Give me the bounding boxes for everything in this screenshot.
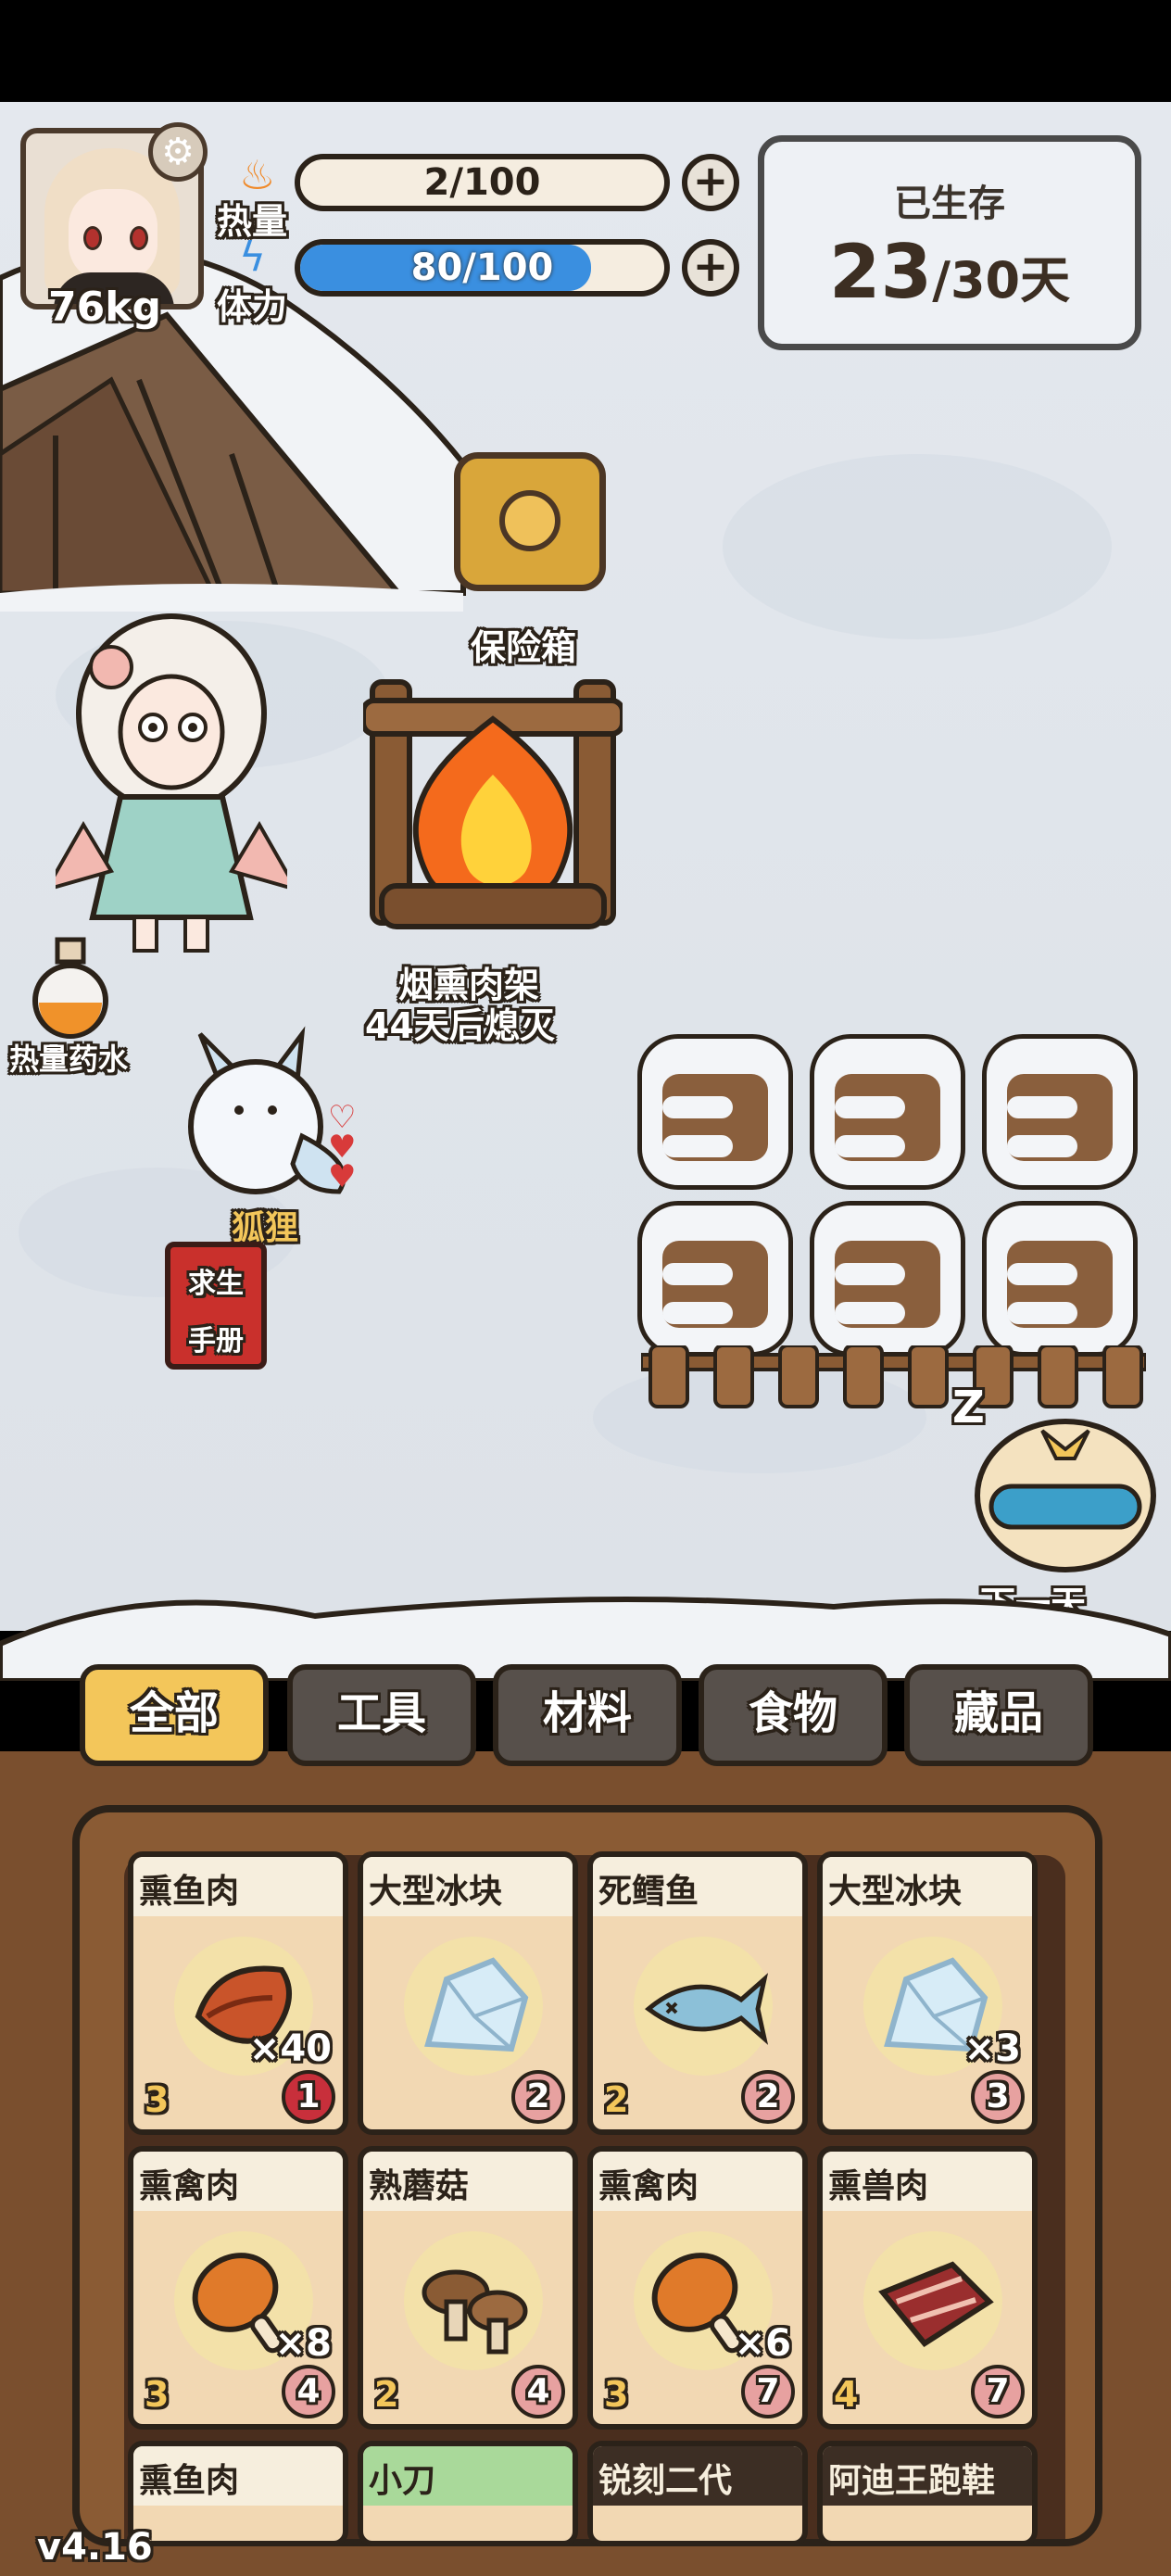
snow-patch [723, 454, 1112, 639]
item-card[interactable]: 大型冰块 2 [358, 1851, 578, 2135]
item-level: 2 [374, 2374, 399, 2415]
tab-1[interactable]: 工具 [287, 1664, 476, 1766]
item-name: 熏兽肉 [823, 2152, 1032, 2211]
farm-plot[interactable] [982, 1201, 1138, 1357]
safe-dial [499, 490, 560, 551]
avatar-eye [130, 226, 148, 250]
item-cost-badge: 1 [282, 2070, 335, 2124]
farm-plot[interactable] [810, 1201, 965, 1357]
sleep-z-icon: Z [952, 1382, 985, 1433]
tab-0[interactable]: 全部 [80, 1664, 269, 1766]
item-quantity: ×8 [274, 2322, 332, 2365]
item-name: 大型冰块 [363, 1857, 573, 1916]
item-quantity: ×3 [963, 2027, 1021, 2070]
safe-box-icon[interactable] [454, 452, 606, 591]
tab-4[interactable]: 藏品 [904, 1664, 1093, 1766]
manual-line2: 手册 [188, 1325, 244, 1357]
item-cost-badge: 7 [741, 2365, 795, 2418]
item-card[interactable]: 熏禽肉 ×8 3 4 [128, 2146, 348, 2430]
farm-plot[interactable] [637, 1034, 793, 1190]
tab-2[interactable]: 材料 [493, 1664, 682, 1766]
fence [641, 1345, 1146, 1408]
add-heat-button[interactable]: + [682, 154, 739, 211]
avatar-eye [83, 226, 102, 250]
status-bar [0, 0, 1171, 102]
dead-cod-icon [639, 1942, 769, 2072]
item-cost-badge: 2 [511, 2070, 565, 2124]
item-card[interactable]: 熟蘑菇 2 4 [358, 2146, 578, 2430]
survived-days-panel: 已生存 23/30天 [758, 135, 1141, 350]
item-card[interactable]: 熏鱼肉 [128, 2441, 348, 2546]
fox-hearts-icon: ♡ ♥ ♥ [328, 1099, 357, 1195]
next-day-button[interactable] [954, 1403, 1169, 1588]
farm-plot[interactable] [637, 1201, 793, 1357]
item-cost-badge: 3 [971, 2070, 1025, 2124]
item-level: 3 [145, 2079, 170, 2120]
item-name: 大型冰块 [823, 1857, 1032, 1916]
item-name: 熏禽肉 [593, 2152, 802, 2211]
item-name: 阿迪王跑鞋 [823, 2446, 1032, 2506]
item-level: 2 [604, 2079, 629, 2120]
item-name: 熏鱼肉 [133, 1857, 343, 1916]
item-level: 3 [604, 2374, 629, 2415]
rack-status: 44天后熄灭 [365, 1005, 555, 1046]
item-card[interactable]: 死鳕鱼 2 2 [587, 1851, 808, 2135]
mushroom-icon [409, 2237, 539, 2367]
stamina-bar: 80/100 [295, 239, 670, 297]
item-name: 熏鱼肉 [133, 2446, 343, 2506]
manual-line1: 求生 [188, 1268, 244, 1300]
player-weight: 76kg [48, 284, 161, 331]
item-card[interactable]: 锐刻二代 [587, 2441, 808, 2546]
item-name: 熏禽肉 [133, 2152, 343, 2211]
version-label: v4.16 [37, 2526, 153, 2569]
farm-plot[interactable] [810, 1034, 965, 1190]
item-cost-badge: 7 [971, 2365, 1025, 2418]
item-card[interactable]: 熏鱼肉 ×40 3 1 [128, 1851, 348, 2135]
player-character[interactable] [56, 612, 287, 954]
item-level: 3 [145, 2374, 170, 2415]
item-quantity: ×6 [734, 2322, 791, 2365]
survival-manual-button[interactable]: 求生 手册 [165, 1242, 267, 1370]
item-name: 死鳕鱼 [593, 1857, 802, 1916]
item-card[interactable]: 熏兽肉 4 7 [817, 2146, 1038, 2430]
item-card[interactable]: 大型冰块 ×3 3 [817, 1851, 1038, 2135]
meat-icon [869, 2237, 999, 2367]
heat-bar: 2/100 [295, 154, 670, 211]
add-stamina-button[interactable]: + [682, 239, 739, 297]
stamina-value: 80/100 [410, 246, 554, 289]
survived-days: 23 [828, 229, 933, 315]
safe-label: 保险箱 [471, 627, 577, 668]
heat-value: 2/100 [423, 161, 541, 204]
stamina-label: 体力 [217, 286, 288, 327]
survived-total: /30天 [932, 251, 1071, 309]
item-name: 锐刻二代 [593, 2446, 802, 2506]
item-cost-badge: 2 [741, 2070, 795, 2124]
smoke-rack-icon[interactable] [363, 663, 623, 960]
settings-gear-icon[interactable]: ⚙ [148, 122, 208, 182]
survived-label: 已生存 [894, 183, 1005, 225]
heat-potion-icon[interactable] [26, 936, 115, 1040]
item-quantity: ×40 [248, 2027, 332, 2070]
stamina-bolt-icon: ϟ [239, 234, 267, 281]
item-level: 4 [834, 2374, 859, 2415]
ice-block-icon [409, 1942, 539, 2072]
item-card[interactable]: 熏禽肉 ×6 3 7 [587, 2146, 808, 2430]
item-cost-badge: 4 [511, 2365, 565, 2418]
survived-count: 23/30天 [764, 229, 1135, 315]
item-name: 小刀 [363, 2446, 573, 2506]
potion-label: 热量药水 [9, 1042, 129, 1077]
item-card[interactable]: 阿迪王跑鞋 [817, 2441, 1038, 2546]
tab-3[interactable]: 食物 [699, 1664, 888, 1766]
item-cost-badge: 4 [282, 2365, 335, 2418]
item-card[interactable]: 小刀 [358, 2441, 578, 2546]
farm-plot[interactable] [982, 1034, 1138, 1190]
item-name: 熟蘑菇 [363, 2152, 573, 2211]
